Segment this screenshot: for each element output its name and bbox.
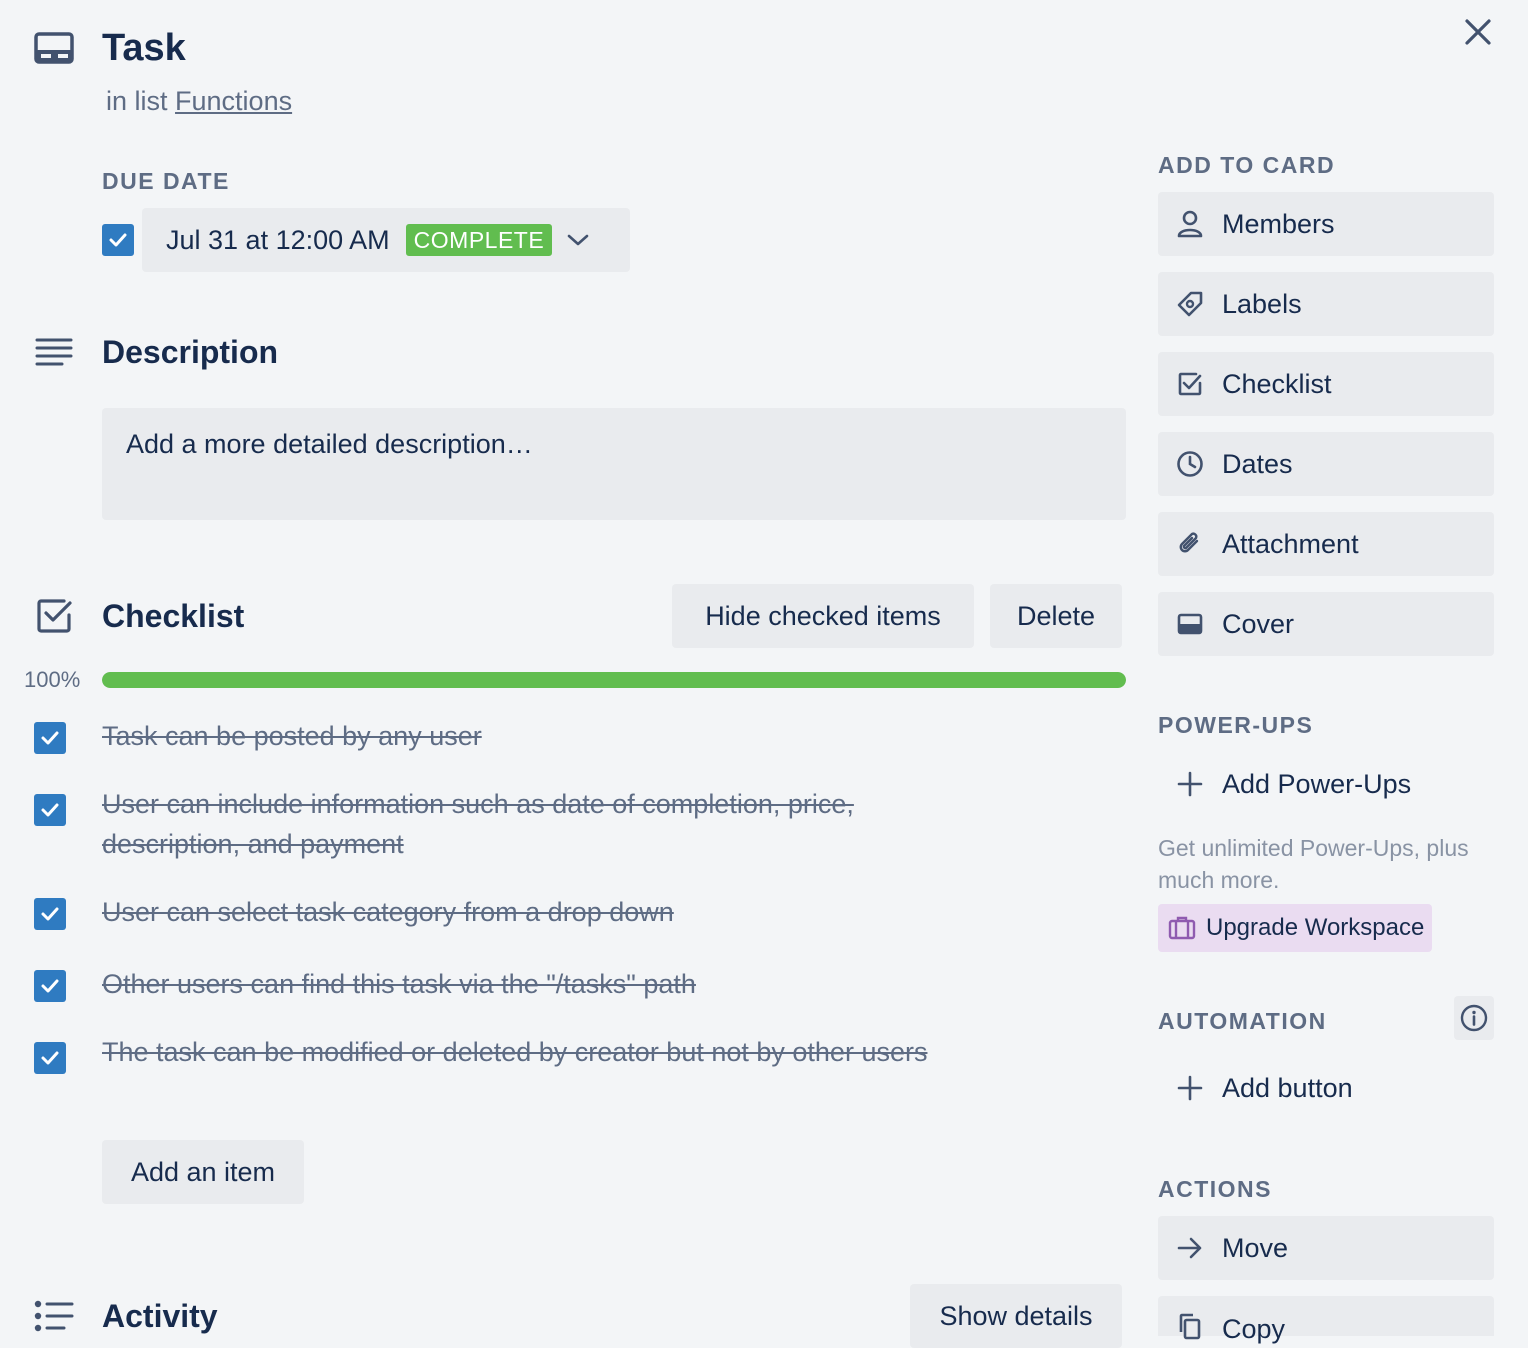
- status-badge: COMPLETE: [405, 224, 553, 256]
- checklist-label: Checklist: [1222, 369, 1332, 399]
- members-label: Members: [1222, 209, 1335, 239]
- plus-icon: [1176, 1074, 1204, 1102]
- members-button[interactable]: Members: [1158, 192, 1494, 256]
- checkmark-icon: [41, 979, 59, 993]
- dates-label: Dates: [1222, 449, 1293, 479]
- progress-bar: [102, 672, 1126, 688]
- add-automation-button[interactable]: Add button: [1158, 1056, 1494, 1120]
- progress-fill: [102, 672, 1126, 688]
- move-label: Move: [1222, 1233, 1289, 1263]
- checkmark-icon: [41, 1051, 59, 1065]
- actions-label: ACTIONS: [1158, 1176, 1272, 1202]
- close-icon[interactable]: [1462, 16, 1494, 48]
- plus-icon: [1176, 770, 1204, 798]
- description-icon: [34, 336, 74, 368]
- automation-label: AUTOMATION: [1158, 1008, 1327, 1034]
- power-ups-label: POWER-UPS: [1158, 712, 1314, 738]
- checklist-item-checkbox[interactable]: [34, 1042, 66, 1074]
- checklist-item-text[interactable]: The task can be modified or deleted by c…: [102, 1032, 942, 1072]
- checklist-button[interactable]: Checklist: [1158, 352, 1494, 416]
- automation-info-button[interactable]: [1454, 996, 1494, 1040]
- person-icon: [1176, 210, 1204, 238]
- add-power-ups-label: Add Power-Ups: [1222, 769, 1412, 799]
- tag-icon: [1176, 290, 1204, 318]
- delete-checklist-button[interactable]: Delete: [990, 584, 1122, 648]
- due-date-value: Jul 31 at 12:00 AM: [166, 225, 390, 255]
- checkbox-icon: [1176, 370, 1204, 398]
- in-list-prefix: in list: [106, 86, 168, 116]
- checkmark-icon: [109, 233, 127, 247]
- checklist-icon: [36, 598, 74, 634]
- hide-checked-items-button[interactable]: Hide checked items: [672, 584, 974, 648]
- due-date-checkbox[interactable]: [102, 224, 134, 256]
- copy-button[interactable]: Copy: [1158, 1296, 1494, 1344]
- cover-label: Cover: [1222, 609, 1295, 639]
- upgrade-workspace-label: Upgrade Workspace: [1206, 914, 1425, 941]
- checklist-item-checkbox[interactable]: [34, 970, 66, 1002]
- due-date-label: DUE DATE: [102, 168, 230, 194]
- upgrade-workspace-button[interactable]: Upgrade Workspace: [1158, 904, 1433, 952]
- move-button[interactable]: Move: [1158, 1216, 1494, 1280]
- checklist-item-checkbox[interactable]: [34, 898, 66, 930]
- checklist-item-checkbox[interactable]: [34, 722, 66, 754]
- description-input[interactable]: Add a more detailed description…: [102, 408, 1126, 520]
- list-reference: in list Functions: [106, 84, 292, 118]
- checklist-heading: Checklist: [102, 598, 245, 634]
- activity-icon: [34, 1300, 74, 1332]
- show-details-button[interactable]: Show details: [910, 1284, 1122, 1348]
- attachment-label: Attachment: [1222, 529, 1359, 559]
- cover-button[interactable]: Cover: [1158, 592, 1494, 656]
- paperclip-icon: [1176, 530, 1204, 558]
- card-icon: [34, 32, 74, 64]
- due-date-button[interactable]: Jul 31 at 12:00 AM COMPLETE: [142, 208, 630, 272]
- list-link[interactable]: Functions: [175, 86, 292, 116]
- copy-label: Copy: [1222, 1314, 1286, 1344]
- activity-heading: Activity: [102, 1298, 218, 1334]
- checkmark-icon: [41, 731, 59, 745]
- arrow-right-icon: [1176, 1234, 1204, 1262]
- checklist-item-text[interactable]: Task can be posted by any user: [102, 716, 942, 756]
- add-to-card-label: ADD TO CARD: [1158, 152, 1336, 178]
- add-power-ups-button[interactable]: Add Power-Ups: [1158, 752, 1494, 816]
- card-cover-icon: [1176, 610, 1204, 638]
- clock-icon: [1176, 450, 1204, 478]
- checklist-item-text[interactable]: User can include information such as dat…: [102, 784, 942, 864]
- briefcase-icon: [1168, 916, 1196, 940]
- labels-label: Labels: [1222, 289, 1302, 319]
- card-title[interactable]: Task: [102, 24, 186, 72]
- checkmark-icon: [41, 803, 59, 817]
- add-button-label: Add button: [1222, 1073, 1353, 1103]
- add-item-button[interactable]: Add an item: [102, 1140, 304, 1204]
- progress-percent: 100%: [24, 667, 81, 692]
- description-heading: Description: [102, 334, 279, 370]
- attachment-button[interactable]: Attachment: [1158, 512, 1494, 576]
- dates-button[interactable]: Dates: [1158, 432, 1494, 496]
- checklist-item-checkbox[interactable]: [34, 794, 66, 826]
- chevron-down-icon: [566, 232, 590, 248]
- checklist-item-text[interactable]: User can select task category from a dro…: [102, 892, 942, 932]
- labels-button[interactable]: Labels: [1158, 272, 1494, 336]
- info-icon: [1460, 1004, 1488, 1032]
- checkmark-icon: [41, 907, 59, 921]
- checklist-item-text[interactable]: Other users can find this task via the "…: [102, 964, 942, 1004]
- power-ups-promo: Get unlimited Power-Ups, plus much more.: [1158, 835, 1469, 893]
